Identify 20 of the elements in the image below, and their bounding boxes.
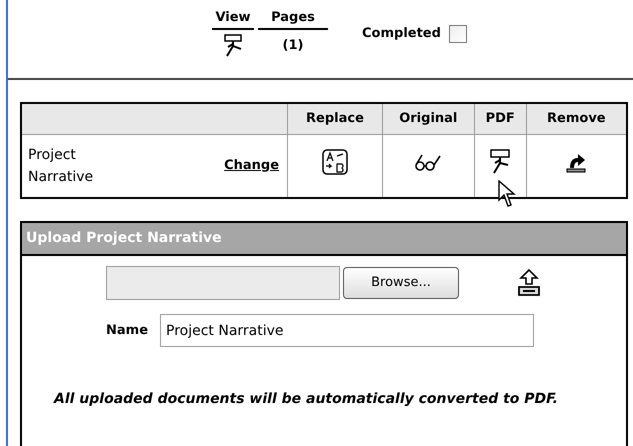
replace-icon[interactable] — [320, 148, 349, 176]
page-count: (1) — [282, 36, 304, 54]
upload-icon[interactable] — [517, 268, 541, 298]
column-heading: View — [212, 8, 254, 30]
document-name: Project Narrative — [28, 146, 94, 187]
conversion-note: All uploaded documents will be automatically converted to PDF. — [52, 390, 559, 409]
completed-checkbox[interactable] — [448, 24, 467, 43]
column-header: Replace — [288, 103, 382, 134]
column-heading: Pages — [258, 8, 328, 30]
pdf-icon[interactable] — [488, 149, 512, 176]
column-header: Original — [382, 103, 474, 134]
column-header: PDF — [474, 103, 526, 134]
pdf-icon[interactable] — [222, 34, 244, 58]
panel-header: Upload Project Narrative — [22, 223, 626, 256]
change-link[interactable]: Change — [224, 156, 280, 176]
browse-button[interactable]: Browse... — [343, 267, 459, 299]
name-label: Name — [106, 322, 148, 340]
name-field[interactable]: Project Narrative — [160, 314, 534, 347]
file-path-field[interactable] — [106, 266, 340, 300]
completed-label: Completed — [362, 25, 441, 43]
